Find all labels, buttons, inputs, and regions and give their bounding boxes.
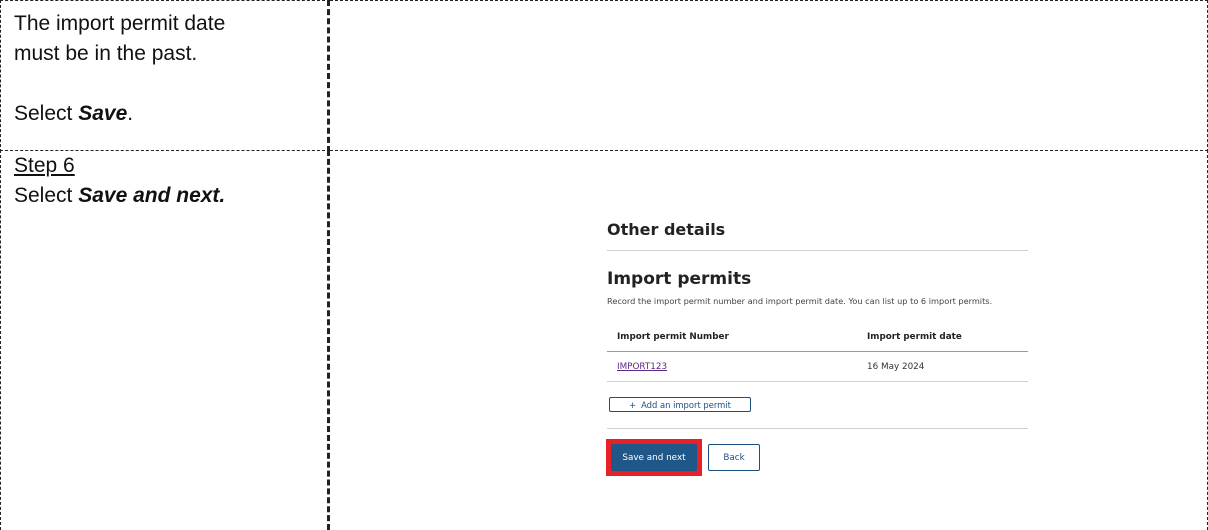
- subsection-title: Import permits: [607, 269, 752, 289]
- row1-image-cell: [330, 0, 1208, 152]
- save-and-next-highlight: Save and next: [606, 439, 702, 476]
- permit-date: 16 May 2024: [867, 362, 925, 372]
- add-import-permit-label: Add an import permit: [641, 399, 731, 410]
- row1-line2: must be in the past.: [14, 42, 198, 65]
- row1-instruction-cell: The import permit date must be in the pa…: [0, 0, 330, 152]
- row2-instruction: Select Save and next.: [14, 181, 327, 211]
- section-divider: [607, 250, 1028, 251]
- row1-line1: The import permit date: [14, 12, 226, 35]
- row1-select-prefix: Select: [14, 102, 79, 125]
- table-row-divider: [607, 381, 1028, 382]
- row2-save-next-emphasis: Save and next.: [78, 184, 226, 207]
- add-import-permit-button[interactable]: + Add an import permit: [609, 397, 751, 412]
- row1-suffix: .: [127, 102, 134, 125]
- save-and-next-button[interactable]: Save and next: [611, 444, 697, 471]
- subsection-description: Record the import permit number and impo…: [607, 296, 993, 306]
- row1-instruction-text: The import permit date must be in the pa…: [1, 1, 327, 129]
- row2-instruction-text: Step 6 Select Save and next.: [1, 151, 327, 211]
- section-title: Other details: [607, 220, 726, 239]
- row2-instruction-cell: Step 6 Select Save and next.: [0, 150, 330, 530]
- import-permits-screenshot: Other details Import permits Record the …: [594, 200, 1034, 490]
- row1-line4: Select Save.: [14, 99, 327, 129]
- actions-divider: [607, 428, 1028, 429]
- back-button[interactable]: Back: [708, 444, 760, 471]
- row1-blank-line: [14, 69, 327, 99]
- instruction-table: The import permit date must be in the pa…: [0, 0, 1208, 530]
- step-label: Step 6: [14, 154, 75, 177]
- table-header-number: Import permit Number: [617, 332, 729, 342]
- table-header-date: Import permit date: [867, 332, 962, 342]
- permit-number-link[interactable]: IMPORT123: [617, 362, 667, 372]
- row1-save-emphasis: Save: [78, 102, 128, 125]
- table-header-divider: [607, 351, 1028, 352]
- row2-select-prefix: Select: [14, 184, 79, 207]
- plus-icon: +: [629, 399, 637, 410]
